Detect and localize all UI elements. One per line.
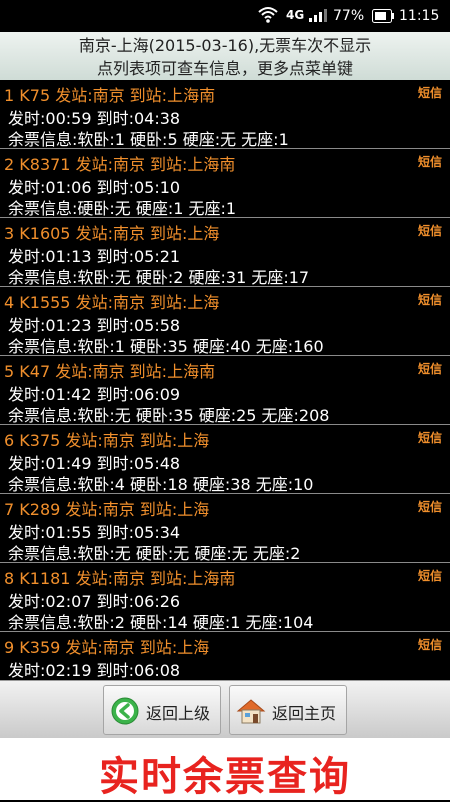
train-item[interactable]: 4 K1555 发站:南京 到站:上海 短信 发时:01:23 到时:05:58… — [0, 287, 450, 356]
train-title: 6 K375 发站:南京 到站:上海 — [4, 431, 210, 450]
banner-title: 实时余票查询 — [99, 754, 351, 800]
bottom-button-bar: 返回上级 返回主页 — [0, 680, 450, 739]
promo-banner: 实时余票查询 — [0, 738, 450, 800]
train-title: 5 K47 发站:南京 到站:上海南 — [4, 362, 216, 381]
train-times: 发时:02:19 到时:06:08 — [8, 661, 181, 680]
train-title: 2 K8371 发站:南京 到站:上海南 — [4, 155, 236, 174]
train-tickets: 余票信息:软卧:无 硬卧:35 硬座:25 无座:208 — [8, 406, 330, 425]
train-item[interactable]: 7 K289 发站:南京 到站:上海 短信 发时:01:55 到时:05:34 … — [0, 494, 450, 563]
train-item[interactable]: 2 K8371 发站:南京 到站:上海南 短信 发时:01:06 到时:05:1… — [0, 149, 450, 218]
train-tickets: 余票信息:软卧:4 硬卧:18 硬座:38 无座:10 — [8, 475, 314, 494]
clock: 11:15 — [399, 8, 440, 24]
signal-icon — [309, 9, 327, 22]
sms-link[interactable]: 短信 — [418, 360, 442, 377]
wifi-icon — [258, 7, 278, 23]
sms-link[interactable]: 短信 — [418, 291, 442, 308]
header-line-1: 南京-上海(2015-03-16),无票车次不显示 — [78, 36, 372, 55]
sms-link[interactable]: 短信 — [418, 222, 442, 239]
sms-link[interactable]: 短信 — [418, 636, 442, 653]
train-item[interactable]: 9 K359 发站:南京 到站:上海 短信 发时:02:19 到时:06:08 — [0, 632, 450, 680]
header-line-2: 点列表项可查车信息，更多点菜单键 — [96, 59, 353, 78]
train-tickets: 余票信息:软卧:无 硬卧:2 硬座:31 无座:17 — [8, 268, 310, 287]
sms-link[interactable]: 短信 — [418, 153, 442, 170]
train-item[interactable]: 8 K1181 发站:南京 到站:上海南 短信 发时:02:07 到时:06:2… — [0, 563, 450, 632]
back-arrow-icon — [111, 697, 139, 725]
train-title: 3 K1605 发站:南京 到站:上海 — [4, 224, 220, 243]
network-type: 4G — [286, 8, 305, 22]
back-button[interactable]: 返回上级 — [103, 685, 221, 735]
train-title: 7 K289 发站:南京 到站:上海 — [4, 500, 210, 519]
train-item[interactable]: 5 K47 发站:南京 到站:上海南 短信 发时:01:42 到时:06:09 … — [0, 356, 450, 425]
battery-icon — [372, 9, 394, 23]
sms-link[interactable]: 短信 — [418, 567, 442, 584]
home-button-label: 返回主页 — [272, 704, 337, 723]
query-summary-header: 南京-上海(2015-03-16),无票车次不显示 点列表项可查车信息，更多点菜… — [0, 32, 450, 80]
train-title: 8 K1181 发站:南京 到站:上海南 — [4, 569, 236, 588]
train-title: 1 K75 发站:南京 到站:上海南 — [4, 86, 216, 105]
train-item[interactable]: 6 K375 发站:南京 到站:上海 短信 发时:01:49 到时:05:48 … — [0, 425, 450, 494]
sms-link[interactable]: 短信 — [418, 84, 442, 101]
train-tickets: 余票信息:软卧:无 硬卧:无 硬座:无 无座:2 — [8, 544, 301, 563]
train-item[interactable]: 3 K1605 发站:南京 到站:上海 短信 发时:01:13 到时:05:21… — [0, 218, 450, 287]
train-item[interactable]: 1 K75 发站:南京 到站:上海南 短信 发时:00:59 到时:04:38 … — [0, 80, 450, 149]
home-icon — [236, 699, 266, 724]
status-bar: 4G 77% 11:15 — [0, 0, 450, 32]
train-tickets: 余票信息:软卧:1 硬卧:5 硬座:无 无座:1 — [8, 130, 289, 149]
train-tickets: 余票信息:软卧:1 硬卧:35 硬座:40 无座:160 — [8, 337, 324, 356]
train-tickets: 余票信息:软卧:2 硬卧:14 硬座:1 无座:104 — [8, 613, 314, 632]
train-tickets: 余票信息:硬卧:无 硬座:1 无座:1 — [8, 199, 237, 218]
battery-percent: 77% — [333, 8, 365, 24]
train-list[interactable]: 1 K75 发站:南京 到站:上海南 短信 发时:00:59 到时:04:38 … — [0, 80, 450, 680]
train-title: 4 K1555 发站:南京 到站:上海 — [4, 293, 220, 312]
back-button-label: 返回上级 — [146, 704, 211, 723]
train-title: 9 K359 发站:南京 到站:上海 — [4, 638, 210, 657]
sms-link[interactable]: 短信 — [418, 498, 442, 515]
home-button[interactable]: 返回主页 — [229, 685, 347, 735]
sms-link[interactable]: 短信 — [418, 429, 442, 446]
